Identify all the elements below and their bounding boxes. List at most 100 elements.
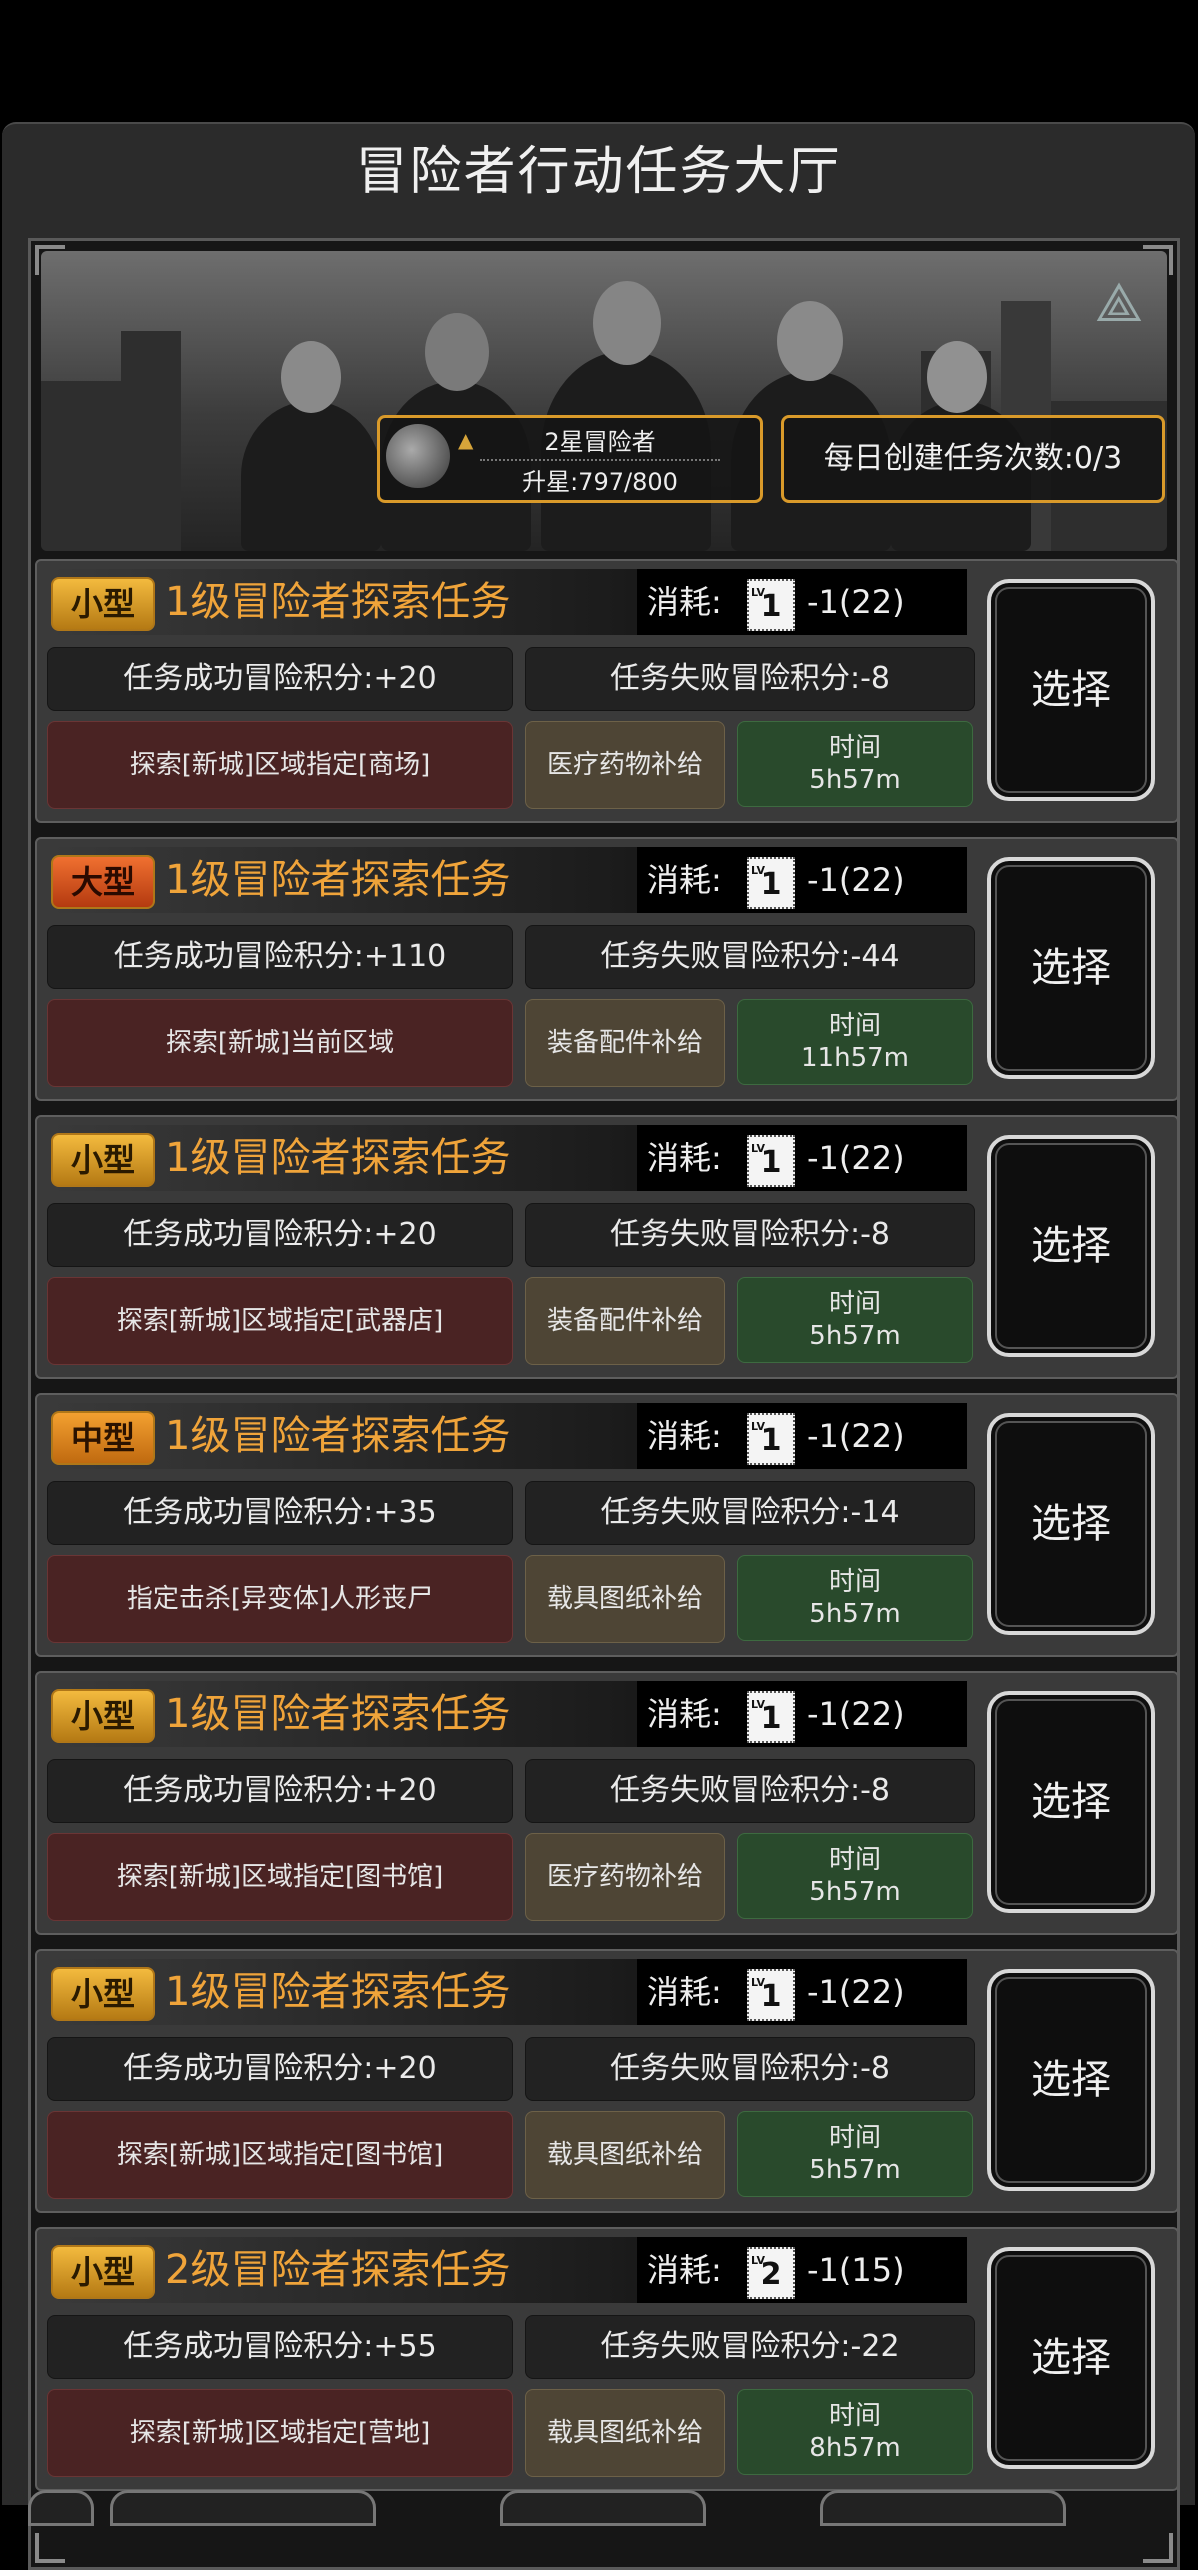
select-button[interactable]: 选择 [987, 2247, 1155, 2469]
time-label: 时间 [828, 733, 881, 763]
task-title: 1级冒险者探索任务 [165, 1135, 511, 1181]
adventurer-banner: ⟁ ▲ 2星冒险者 升星:797/800 每日创建任务次数:0/3 [41, 251, 1167, 551]
level-card-icon: LV 1 [747, 1691, 795, 1743]
time-label: 时间 [828, 1567, 881, 1597]
task-target: 探索[新城]区域指定[图书馆] [47, 2111, 513, 2199]
task-time: 时间 5h57m [737, 1833, 973, 1919]
task-title: 1级冒险者探索任务 [165, 579, 511, 625]
adventurer-head [593, 281, 661, 365]
time-value: 11h57m [801, 1043, 909, 1073]
card-lv-label: LV [751, 2254, 766, 2267]
select-button[interactable]: 选择 [987, 1691, 1155, 1913]
task-reward: 载具图纸补给 [525, 2389, 725, 2477]
select-button[interactable]: 选择 [987, 1135, 1155, 1357]
task-card-header: 大型 1级冒险者探索任务 消耗: LV 1 -1(22) [47, 847, 967, 913]
task-card: 小型 1级冒险者探索任务 消耗: LV 1 -1(22) 任务成功冒险积分:+2… [35, 1949, 1177, 2213]
fail-points: 任务失败冒险积分:-44 [525, 925, 975, 989]
frame-corner [35, 2533, 65, 2563]
task-time: 时间 5h57m [737, 721, 973, 807]
adventurer-figure [241, 401, 381, 551]
task-time: 时间 8h57m [737, 2389, 973, 2475]
time-value: 5h57m [809, 1599, 901, 1629]
time-value: 5h57m [809, 765, 901, 795]
task-card: 小型 1级冒险者探索任务 消耗: LV 1 -1(22) 任务成功冒险积分:+2… [35, 559, 1177, 823]
adventurer-head [927, 341, 987, 413]
cost-value: -1(22) [807, 861, 905, 899]
bottom-nav-item[interactable] [500, 2490, 706, 2526]
time-label: 时间 [828, 2401, 881, 2431]
success-points: 任务成功冒险积分:+55 [47, 2315, 513, 2379]
level-card-icon: LV 2 [747, 2247, 795, 2299]
cost-label: 消耗: [647, 1139, 722, 1177]
select-button[interactable]: 选择 [987, 579, 1155, 801]
task-card: 大型 1级冒险者探索任务 消耗: LV 1 -1(22) 任务成功冒险积分:+1… [35, 837, 1177, 1101]
fail-points: 任务失败冒险积分:-8 [525, 647, 975, 711]
adventurer-head [425, 313, 489, 391]
select-button[interactable]: 选择 [987, 1969, 1155, 2191]
level-card-icon: LV 1 [747, 1135, 795, 1187]
cost-label: 消耗: [647, 1973, 722, 2011]
level-card-icon: LV 1 [747, 579, 795, 631]
bottom-nav-item[interactable] [820, 2490, 1066, 2526]
task-time: 时间 5h57m [737, 1555, 973, 1641]
task-reward: 载具图纸补给 [525, 1555, 725, 1643]
avatar [386, 424, 450, 488]
task-title: 1级冒险者探索任务 [165, 857, 511, 903]
adventurer-head [281, 341, 341, 413]
success-points: 任务成功冒险积分:+110 [47, 925, 513, 989]
task-size-badge: 小型 [51, 2245, 155, 2299]
card-lv-label: LV [751, 586, 766, 599]
task-title: 1级冒险者探索任务 [165, 1413, 511, 1459]
select-button[interactable]: 选择 [987, 1413, 1155, 1635]
time-label: 时间 [828, 1845, 881, 1875]
task-reward: 医疗药物补给 [525, 1833, 725, 1921]
task-card-header: 中型 1级冒险者探索任务 消耗: LV 1 -1(22) [47, 1403, 967, 1469]
task-card: 小型 1级冒险者探索任务 消耗: LV 1 -1(22) 任务成功冒险积分:+2… [35, 1671, 1177, 1935]
task-target: 探索[新城]当前区域 [47, 999, 513, 1087]
task-time: 时间 5h57m [737, 1277, 973, 1363]
adventurer-rank-panel[interactable]: ▲ 2星冒险者 升星:797/800 [377, 415, 763, 503]
success-points: 任务成功冒险积分:+20 [47, 2037, 513, 2101]
fail-points: 任务失败冒险积分:-22 [525, 2315, 975, 2379]
time-value: 8h57m [809, 2433, 901, 2463]
task-frame: ⟁ ▲ 2星冒险者 升星:797/800 每日创建任务次数:0/3 小型 1级冒… [28, 238, 1180, 2570]
task-card-header: 小型 1级冒险者探索任务 消耗: LV 1 -1(22) [47, 569, 967, 635]
time-label: 时间 [828, 1289, 881, 1319]
card-lv-label: LV [751, 1976, 766, 1989]
task-size-badge: 中型 [51, 1411, 155, 1465]
cost-label: 消耗: [647, 2251, 722, 2289]
task-target: 探索[新城]区域指定[武器店] [47, 1277, 513, 1365]
cost-value: -1(22) [807, 1139, 905, 1177]
task-card: 小型 2级冒险者探索任务 消耗: LV 2 -1(15) 任务成功冒险积分:+5… [35, 2227, 1177, 2491]
task-reward: 载具图纸补给 [525, 2111, 725, 2199]
success-points: 任务成功冒险积分:+20 [47, 647, 513, 711]
task-card-header: 小型 2级冒险者探索任务 消耗: LV 2 -1(15) [47, 2237, 967, 2303]
fail-points: 任务失败冒险积分:-8 [525, 2037, 975, 2101]
fail-points: 任务失败冒险积分:-8 [525, 1759, 975, 1823]
task-target: 探索[新城]区域指定[图书馆] [47, 1833, 513, 1921]
page-title: 冒险者行动任务大厅 [355, 142, 842, 202]
task-title: 1级冒险者探索任务 [165, 1969, 511, 2015]
task-time: 时间 5h57m [737, 2111, 973, 2197]
time-value: 5h57m [809, 1321, 901, 1351]
fail-points: 任务失败冒险积分:-8 [525, 1203, 975, 1267]
building-silhouette [41, 381, 131, 551]
task-card: 小型 1级冒险者探索任务 消耗: LV 1 -1(22) 任务成功冒险积分:+2… [35, 1115, 1177, 1379]
task-card-header: 小型 1级冒险者探索任务 消耗: LV 1 -1(22) [47, 1681, 967, 1747]
faction-logo-icon: ⟁ [1094, 271, 1144, 334]
task-size-badge: 小型 [51, 577, 155, 631]
task-target: 探索[新城]区域指定[营地] [47, 2389, 513, 2477]
level-card-icon: LV 1 [747, 857, 795, 909]
cost-value: -1(22) [807, 1417, 905, 1455]
task-reward: 装备配件补给 [525, 999, 725, 1087]
select-button[interactable]: 选择 [987, 857, 1155, 1079]
card-lv-label: LV [751, 1420, 766, 1433]
task-time: 时间 11h57m [737, 999, 973, 1085]
bottom-nav-item[interactable] [28, 2490, 94, 2526]
cost-label: 消耗: [647, 1417, 722, 1455]
building-silhouette [121, 331, 181, 551]
adventurer-head [777, 301, 843, 381]
bottom-nav-item[interactable] [110, 2490, 376, 2526]
time-value: 5h57m [809, 1877, 901, 1907]
rank-progress: 升星:797/800 [522, 468, 678, 496]
